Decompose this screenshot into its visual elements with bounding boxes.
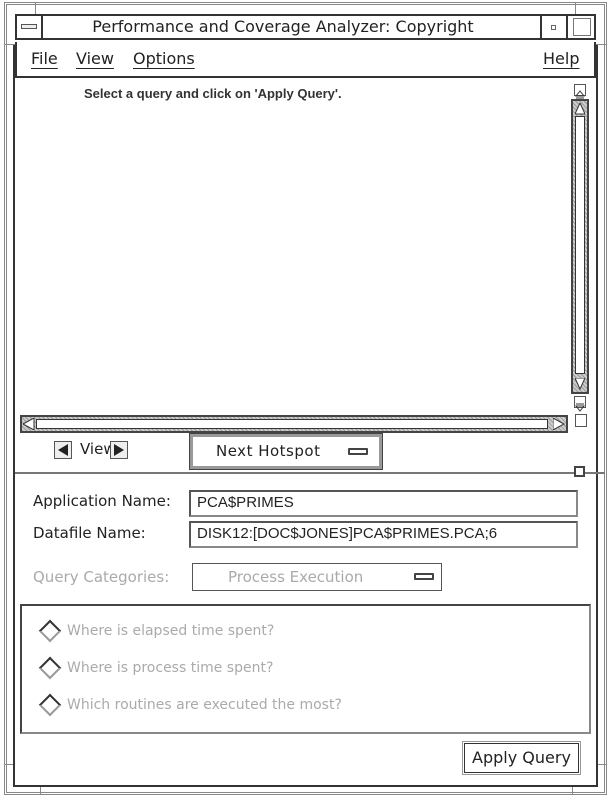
scroll-down-arrow-icon[interactable] xyxy=(575,378,585,390)
frame-resize-tick[interactable] xyxy=(40,787,41,795)
option-menu-indicator-icon xyxy=(348,448,368,455)
minimize-icon xyxy=(551,25,556,30)
frame-resize-tick[interactable] xyxy=(575,2,576,14)
menu-options[interactable]: Options xyxy=(133,49,195,69)
application-name-label: Application Name: xyxy=(33,492,171,510)
scroll-bottom-icon xyxy=(574,403,586,412)
right-arrow-icon xyxy=(114,444,124,456)
menu-file[interactable]: File xyxy=(31,49,58,69)
hotspot-option-label: Next Hotspot xyxy=(216,442,321,460)
query-radio-routines[interactable]: Which routines are executed the most? xyxy=(38,693,342,717)
frame-resize-tick[interactable] xyxy=(572,787,573,795)
scroll-to-top-button[interactable] xyxy=(574,84,586,99)
query-radio-process[interactable]: Where is process time spent? xyxy=(38,656,274,680)
horizontal-scroll-thumb[interactable] xyxy=(36,419,548,429)
maximize-button[interactable] xyxy=(573,18,591,36)
instruction-message: Select a query and click on 'Apply Query… xyxy=(84,86,342,101)
datafile-name-label: Datafile Name: xyxy=(33,524,146,542)
application-name-field[interactable]: PCA$PRIMES xyxy=(189,490,578,517)
menu-view[interactable]: View xyxy=(76,49,114,69)
frame-resize-tick[interactable] xyxy=(35,2,36,14)
scroll-to-bottom-button[interactable] xyxy=(574,396,586,412)
query-option-label: Where is elapsed time spent? xyxy=(67,623,275,639)
menu-help[interactable]: Help xyxy=(543,49,579,69)
query-radio-elapsed[interactable]: Where is elapsed time spent? xyxy=(38,619,275,643)
apply-query-button[interactable]: Apply Query xyxy=(462,741,581,775)
view-next-button[interactable] xyxy=(110,441,128,459)
query-categories-label: Query Categories: xyxy=(33,568,170,586)
left-arrow-icon xyxy=(58,444,68,456)
datafile-name-field[interactable]: DISK12:[DOC$JONES]PCA$PRIMES.PCA;6 xyxy=(189,521,578,548)
pane-separator xyxy=(15,472,605,474)
radio-diamond-icon[interactable] xyxy=(38,693,62,717)
radio-diamond-icon[interactable] xyxy=(38,619,62,643)
scroll-up-arrow-icon[interactable] xyxy=(575,103,585,115)
view-previous-button[interactable] xyxy=(54,441,72,459)
option-menu-indicator-icon xyxy=(414,573,434,580)
window-menu-icon xyxy=(21,24,37,29)
window-title: Performance and Coverage Analyzer: Copyr… xyxy=(92,17,474,36)
query-categories-value: Process Execution xyxy=(228,568,364,586)
scroll-left-arrow-icon[interactable] xyxy=(23,418,35,430)
scroll-right-arrow-icon[interactable] xyxy=(553,418,565,430)
vertical-scroll-thumb[interactable] xyxy=(575,116,585,374)
scroll-corner-box xyxy=(575,414,587,427)
radio-diamond-icon[interactable] xyxy=(38,656,62,680)
query-option-label: Which routines are executed the most? xyxy=(67,697,342,713)
pane-sash-handle[interactable] xyxy=(574,466,585,477)
query-option-label: Where is process time spent? xyxy=(67,660,274,676)
